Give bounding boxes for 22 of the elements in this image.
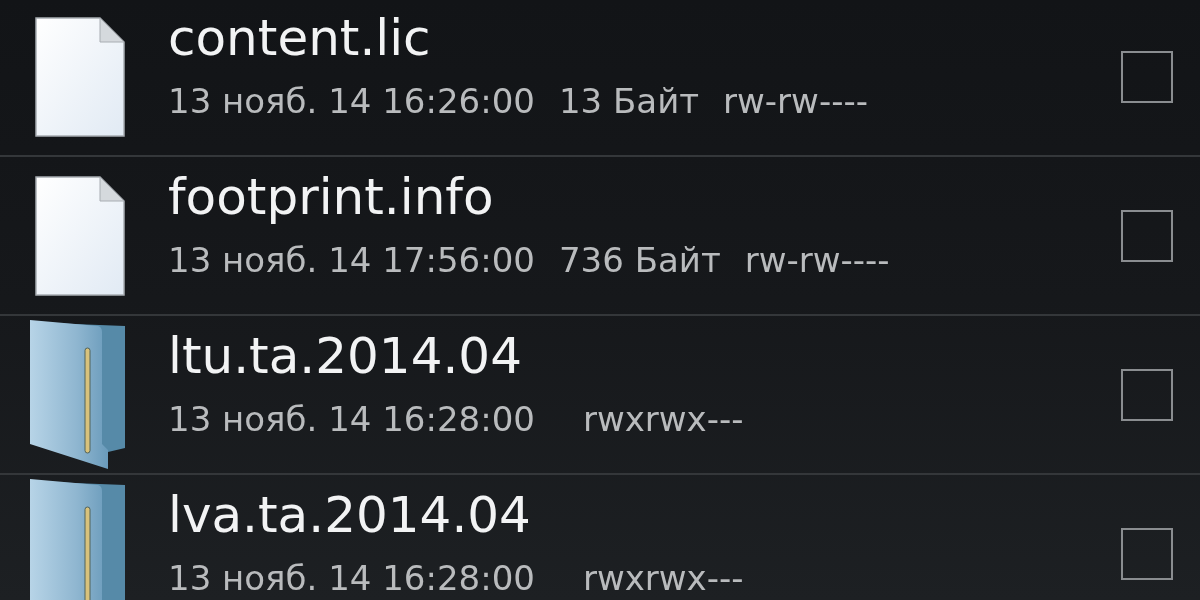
checkbox[interactable] xyxy=(1121,50,1173,103)
size-text: 736 Байт xyxy=(558,242,721,278)
file-name: footprint.info xyxy=(168,168,494,226)
file-icon xyxy=(35,16,125,137)
folder-name: lva.ta.2014.04 xyxy=(168,486,531,544)
permissions-text: rwxrwx--- xyxy=(582,560,744,596)
checkbox[interactable] xyxy=(1121,368,1173,421)
date-text: 13 нояб. 14 16:26:00 xyxy=(168,83,535,119)
date-text: 13 нояб. 14 17:56:00 xyxy=(168,242,535,278)
permissions-text: rw-rw---- xyxy=(723,83,868,119)
checkbox[interactable] xyxy=(1121,527,1173,580)
file-icon xyxy=(35,175,125,296)
permissions-text: rwxrwx--- xyxy=(582,401,744,437)
folder-icon xyxy=(30,478,125,600)
checkbox[interactable] xyxy=(1121,209,1173,262)
date-text: 13 нояб. 14 16:28:00 xyxy=(168,560,535,596)
file-name: content.lic xyxy=(168,9,431,67)
folder-icon xyxy=(30,319,125,470)
permissions-text: rw-rw---- xyxy=(744,242,890,278)
folder-name: ltu.ta.2014.04 xyxy=(168,327,522,385)
size-text: 13 Байт xyxy=(558,83,700,119)
date-text: 13 нояб. 14 16:28:00 xyxy=(168,401,535,437)
